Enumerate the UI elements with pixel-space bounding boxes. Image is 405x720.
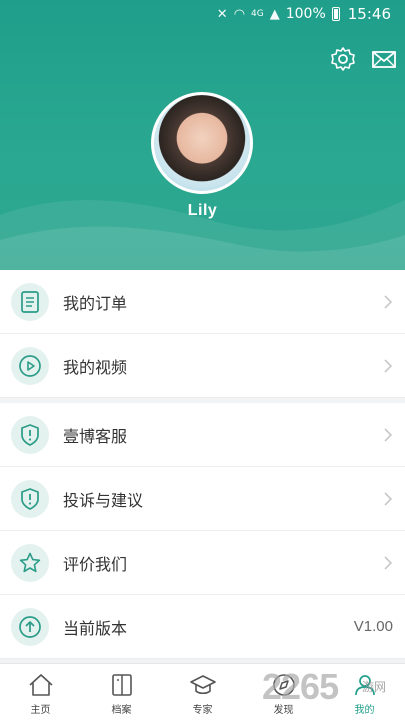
upgrade-arrow-icon — [11, 607, 49, 646]
compass-icon — [272, 674, 295, 696]
clock: 15:46 — [347, 5, 391, 23]
avatar[interactable] — [151, 92, 253, 194]
status-bar: ✕ ◠ 4G ▲ 100% 15:46 — [0, 0, 405, 28]
shield-alert-icon — [11, 415, 49, 454]
wifi-icon: ◠ — [233, 6, 246, 22]
battery-percent: 100% — [285, 6, 326, 22]
username: Lily — [187, 202, 218, 219]
bottom-tab-bar: 主页 档案 专家 发现 我的 — [0, 663, 405, 720]
version-value: V1.00 — [353, 618, 393, 635]
menu-item-label: 评价我们 — [63, 554, 128, 574]
chevron-right-icon — [384, 358, 393, 373]
mail-icon[interactable] — [370, 45, 398, 73]
menu-item-version[interactable]: 当前版本 V1.00 — [0, 595, 405, 659]
profile-header: ✕ ◠ 4G ▲ 100% 15:46 Lily — [0, 0, 405, 270]
chevron-right-icon — [384, 491, 393, 506]
tab-records[interactable]: 档案 — [81, 664, 162, 720]
tab-discover[interactable]: 发现 — [243, 664, 324, 720]
tab-home[interactable]: 主页 — [0, 664, 81, 720]
graduation-cap-icon — [189, 675, 216, 695]
tab-label: 我的 — [354, 705, 375, 716]
tab-experts[interactable]: 专家 — [162, 664, 243, 720]
menu-item-feedback[interactable]: 投诉与建议 — [0, 467, 405, 531]
order-list-icon — [11, 282, 49, 321]
chevron-right-icon — [384, 427, 393, 442]
book-icon — [111, 674, 132, 696]
menu-item-label: 我的视频 — [63, 357, 128, 377]
menu-list: 我的订单 我的视频 壹博客服 投诉与建议 评价我们 当前版本 V1.00 — [0, 270, 405, 659]
tab-label: 主页 — [30, 705, 51, 716]
shield-alert-icon — [11, 479, 49, 518]
mute-icon: ✕ — [216, 6, 228, 22]
home-icon — [28, 674, 53, 696]
chevron-right-icon — [384, 294, 393, 309]
menu-item-label: 我的订单 — [63, 293, 128, 313]
play-icon — [11, 346, 49, 385]
user-icon — [354, 675, 375, 696]
menu-item-label: 壹博客服 — [63, 426, 128, 446]
menu-item-label: 投诉与建议 — [63, 490, 144, 510]
tab-label: 档案 — [111, 705, 132, 716]
menu-item-customer-service[interactable]: 壹博客服 — [0, 403, 405, 467]
menu-item-videos[interactable]: 我的视频 — [0, 334, 405, 398]
menu-item-rate-us[interactable]: 评价我们 — [0, 531, 405, 595]
menu-item-label: 当前版本 — [63, 618, 128, 638]
tab-label: 专家 — [192, 705, 213, 716]
network-type: 4G — [251, 9, 264, 19]
signal-icon: ▲ — [269, 6, 280, 22]
tab-label: 发现 — [273, 705, 294, 716]
star-icon — [11, 543, 49, 582]
tab-mine[interactable]: 我的 — [324, 664, 405, 720]
settings-gear-icon[interactable] — [329, 45, 357, 73]
battery-icon — [331, 7, 340, 21]
menu-item-orders[interactable]: 我的订单 — [0, 270, 405, 334]
chevron-right-icon — [384, 555, 393, 570]
